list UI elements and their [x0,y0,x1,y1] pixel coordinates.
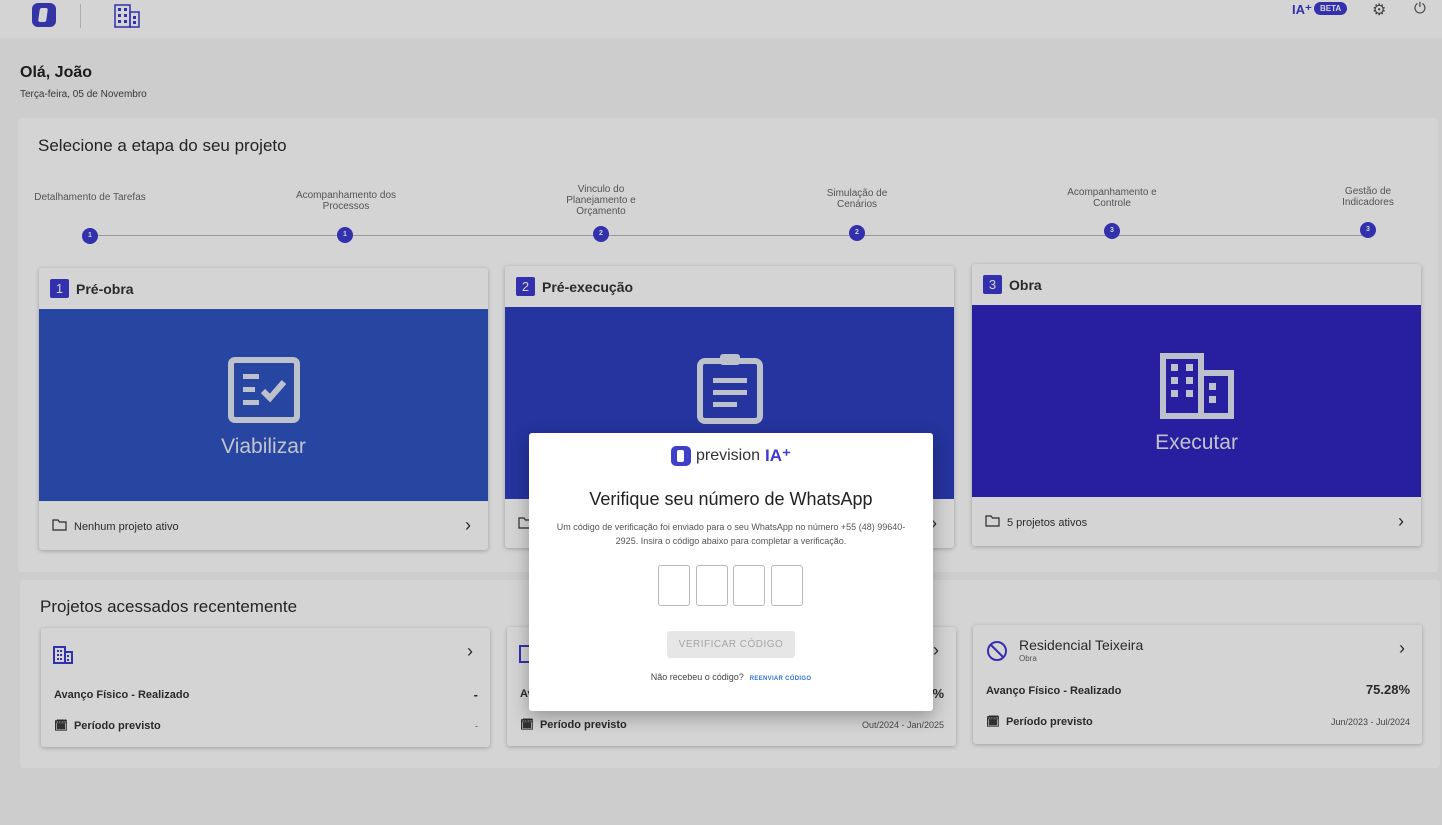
prevision-logo-icon [670,446,691,466]
resend-prompt: Não recebeu o código? [650,672,744,682]
resend-code-link[interactable]: REENVIAR CÓDIGO [750,676,812,682]
brand-wordmark: prevision [695,447,761,464]
verify-code-button[interactable]: VERIFICAR CÓDIGO [667,631,795,658]
otp-digit-3[interactable] [733,565,765,606]
modal-brand: prevision IA⁺ [529,446,933,466]
otp-digit-2[interactable] [696,565,728,606]
modal-description: Um código de verificação foi enviado par… [556,522,906,546]
resend-row: Não recebeu o código? REENVIAR CÓDIGO [529,672,933,682]
whatsapp-verification-dialog: prevision IA⁺ Verifique seu número de Wh… [529,433,933,711]
modal-title: Verifique seu número de WhatsApp [589,489,873,509]
otp-digit-1[interactable] [658,565,690,606]
otp-digit-4[interactable] [771,565,803,606]
brand-ia: IA⁺ [765,446,791,465]
